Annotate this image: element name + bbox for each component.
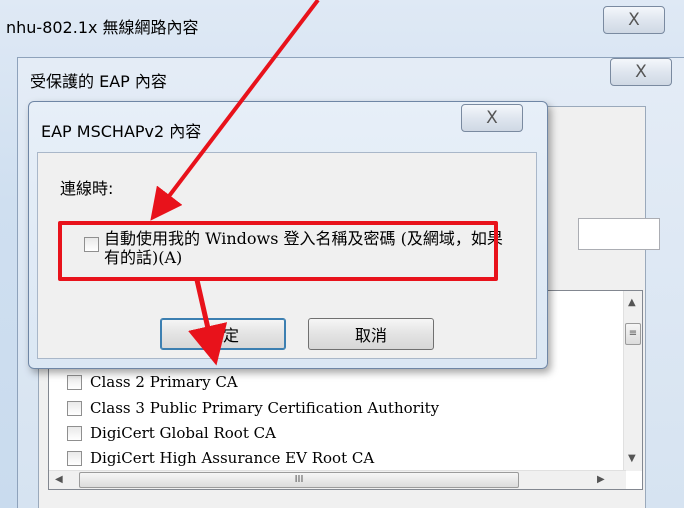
ok-button[interactable]: 確定 bbox=[160, 318, 286, 350]
list-item[interactable]: Class 3 Public Primary Certification Aut… bbox=[67, 397, 439, 419]
annotation-highlight-box bbox=[58, 221, 498, 281]
cancel-button[interactable]: 取消 bbox=[308, 318, 434, 350]
scroll-down-icon[interactable]: ▼ bbox=[628, 453, 636, 464]
ca-checkbox[interactable] bbox=[67, 425, 82, 441]
horizontal-scrollbar[interactable]: ◀ III ▶ bbox=[49, 470, 626, 489]
ca-checkbox[interactable] bbox=[67, 400, 82, 416]
outer-close-button[interactable]: X bbox=[603, 6, 665, 34]
ca-label: Class 2 Primary CA bbox=[90, 373, 238, 391]
connect-label: 連線時: bbox=[60, 179, 114, 198]
ca-checkbox[interactable] bbox=[67, 450, 82, 466]
scroll-up-icon[interactable]: ▲ bbox=[628, 297, 636, 308]
grip-icon: ≡ bbox=[628, 328, 638, 339]
list-item[interactable]: Class 2 Primary CA bbox=[67, 371, 238, 393]
close-icon: X bbox=[635, 62, 647, 82]
ca-label: DigiCert High Assurance EV Root CA bbox=[90, 449, 375, 467]
scroll-right-icon[interactable]: ▶ bbox=[597, 474, 605, 485]
peap-close-button[interactable]: X bbox=[610, 58, 672, 86]
list-item[interactable]: DigiCert Global Root CA bbox=[67, 422, 276, 444]
dialog-close-button[interactable]: X bbox=[461, 104, 523, 132]
ca-label: Class 3 Public Primary Certification Aut… bbox=[90, 399, 440, 417]
peap-window-title: 受保護的 EAP 內容 bbox=[30, 72, 167, 91]
hscroll-thumb[interactable]: III bbox=[79, 472, 519, 488]
dialog-title: EAP MSCHAPv2 內容 bbox=[41, 122, 202, 141]
ca-checkbox[interactable] bbox=[67, 374, 82, 390]
scroll-thumb[interactable]: ≡ bbox=[625, 323, 641, 345]
vertical-scrollbar[interactable]: ▲ ≡ ▼ bbox=[623, 291, 642, 471]
close-icon: X bbox=[628, 10, 640, 30]
list-item[interactable]: DigiCert High Assurance EV Root CA bbox=[67, 447, 374, 469]
server-name-input[interactable] bbox=[578, 218, 660, 250]
outer-window-title: nhu-802.1x 無線網路內容 bbox=[6, 18, 199, 37]
close-icon: X bbox=[486, 108, 498, 128]
cancel-button-label: 取消 bbox=[354, 326, 387, 345]
ok-button-label: 確定 bbox=[206, 326, 239, 345]
grip-icon: III bbox=[294, 474, 304, 485]
scroll-left-icon[interactable]: ◀ bbox=[55, 474, 63, 485]
ca-label: DigiCert Global Root CA bbox=[90, 424, 276, 442]
